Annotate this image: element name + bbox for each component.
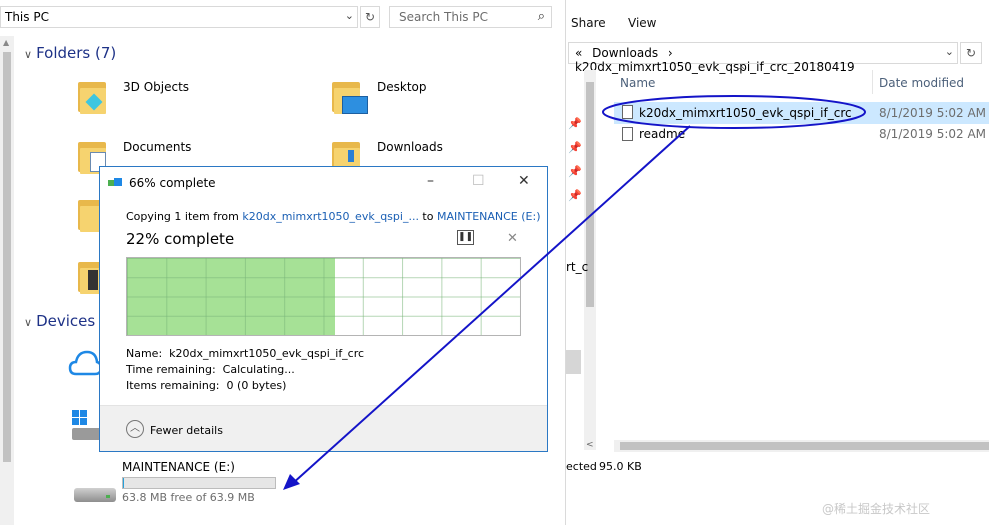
name-row: Name: k20dx_mimxrt1050_evk_qspi_if_crc (126, 347, 364, 360)
drive-free-space: 63.8 MB free of 63.9 MB (122, 491, 255, 504)
breadcrumb-separator: › (667, 46, 673, 60)
search-input[interactable]: Search This PC ⌕ (389, 6, 552, 28)
folders-section-header[interactable]: ∨ Folders (7) (24, 44, 116, 62)
chevron-up-icon[interactable]: ︿ (126, 420, 144, 438)
refresh-button[interactable]: ↻ (360, 6, 380, 28)
cloud-icon[interactable] (68, 344, 103, 380)
copy-icon (108, 178, 122, 188)
drive-label[interactable]: MAINTENANCE (E:) (122, 460, 235, 474)
status-size: 95.0 KB (599, 460, 642, 473)
nav-item-partial[interactable]: rt_c (566, 260, 588, 274)
pin-icon: 📌 (568, 141, 582, 154)
collapse-chevron-icon: ∨ (24, 316, 33, 329)
cancel-icon[interactable]: ✕ (507, 231, 518, 246)
refresh-icon: ↻ (965, 46, 977, 60)
items-label: Items remaining: (126, 379, 220, 392)
drive-usage-fill (123, 478, 124, 488)
collapse-chevron-icon: ∨ (24, 48, 33, 61)
folder-label[interactable]: 3D Objects (123, 80, 189, 94)
percent-complete: 22% complete (126, 230, 235, 248)
folder-3d-objects-icon[interactable] (78, 78, 108, 114)
tab-view[interactable]: View (628, 16, 656, 30)
file-name[interactable]: k20dx_mimxrt1050_evk_qspi_if_crc (639, 106, 852, 120)
refresh-button[interactable]: ↻ (960, 42, 982, 64)
ribbon-tabs: Share View (566, 0, 989, 36)
nav-selection-highlight (566, 350, 581, 374)
search-icon: ⌕ (537, 9, 545, 24)
scroll-left-icon[interactable]: < (586, 440, 594, 450)
transfer-speed-graph (126, 257, 521, 336)
folder-desktop-icon[interactable] (332, 78, 368, 114)
watermark: @稀土掘金技术社区 (822, 502, 931, 516)
breadcrumb-downloads[interactable]: Downloads (592, 46, 658, 60)
refresh-icon: ↻ (364, 10, 376, 24)
time-value: Calculating... (222, 363, 295, 376)
breadcrumb-folder[interactable]: k20dx_mimxrt1050_evk_qspi_if_crc_2018041… (575, 60, 855, 74)
breadcrumb[interactable]: « Downloads › k20dx_mimxrt1050_evk_qspi_… (568, 42, 958, 74)
scroll-up-icon[interactable]: ▲ (3, 38, 9, 47)
status-selected: ected (566, 460, 597, 473)
copy-progress-dialog: 66% complete – ☐ ✕ Copying 1 item from k… (99, 166, 548, 452)
file-icon (622, 105, 633, 119)
folders-header-label: Folders (7) (36, 44, 117, 62)
file-name[interactable]: readme (639, 127, 685, 141)
folder-label[interactable]: Downloads (377, 140, 443, 154)
sort-ascending-icon: ^ (738, 66, 746, 76)
name-label: Name: (126, 347, 163, 360)
dialog-title: 66% complete (129, 176, 216, 190)
tab-share[interactable]: Share (571, 16, 606, 30)
column-header-date[interactable]: Date modified (879, 76, 964, 90)
fewer-details-button[interactable]: Fewer details (150, 424, 223, 437)
source-link[interactable]: k20dx_mimxrt1050_evk_qspi_... (242, 210, 419, 223)
time-label: Time remaining: (126, 363, 216, 376)
name-value: k20dx_mimxrt1050_evk_qspi_if_crc (169, 347, 365, 360)
destination-link[interactable]: MAINTENANCE (E:) (437, 210, 541, 223)
drive-usage-bar (122, 477, 276, 489)
address-text: This PC (5, 10, 49, 24)
file-date: 8/1/2019 5:02 AM (879, 127, 987, 141)
text-file-icon (622, 127, 633, 141)
chevron-down-icon[interactable]: ⌄ (945, 45, 954, 58)
folder-label[interactable]: Desktop (377, 80, 427, 94)
time-row: Time remaining: Calculating... (126, 363, 295, 376)
devices-section-header[interactable]: ∨ Devices a (24, 312, 109, 330)
downloads-window: Share View « Downloads › k20dx_mimxrt105… (565, 0, 989, 525)
pin-icon: 📌 (568, 117, 582, 130)
chevron-down-icon[interactable]: ⌄ (345, 9, 354, 22)
scrollbar-thumb[interactable] (3, 52, 11, 462)
file-date: 8/1/2019 5:02 AM (879, 106, 987, 120)
column-header-name[interactable]: Name (620, 76, 655, 90)
horizontal-scrollbar[interactable] (614, 440, 989, 452)
search-placeholder: Search This PC (399, 10, 488, 24)
folder-label[interactable]: Documents (123, 140, 191, 154)
pin-icon: 📌 (568, 189, 582, 202)
copying-prefix: Copying 1 item from (126, 210, 243, 223)
items-value: 0 (0 bytes) (226, 379, 287, 392)
items-row: Items remaining: 0 (0 bytes) (126, 379, 286, 392)
pin-icon: 📌 (568, 165, 582, 178)
maximize-button: ☐ (472, 173, 485, 189)
vertical-scrollbar[interactable]: ▲ (0, 36, 14, 525)
copying-line: Copying 1 item from k20dx_mimxrt1050_evk… (126, 210, 541, 223)
usb-drive-icon[interactable] (74, 484, 116, 504)
close-button[interactable]: ✕ (518, 173, 530, 189)
pause-button[interactable]: ❚❚ (457, 230, 474, 245)
address-bar[interactable]: This PC ⌄ (0, 6, 358, 28)
breadcrumb-back-chevron[interactable]: « (575, 46, 582, 60)
minimize-button[interactable]: – (427, 173, 434, 189)
copying-to: to (418, 210, 437, 223)
